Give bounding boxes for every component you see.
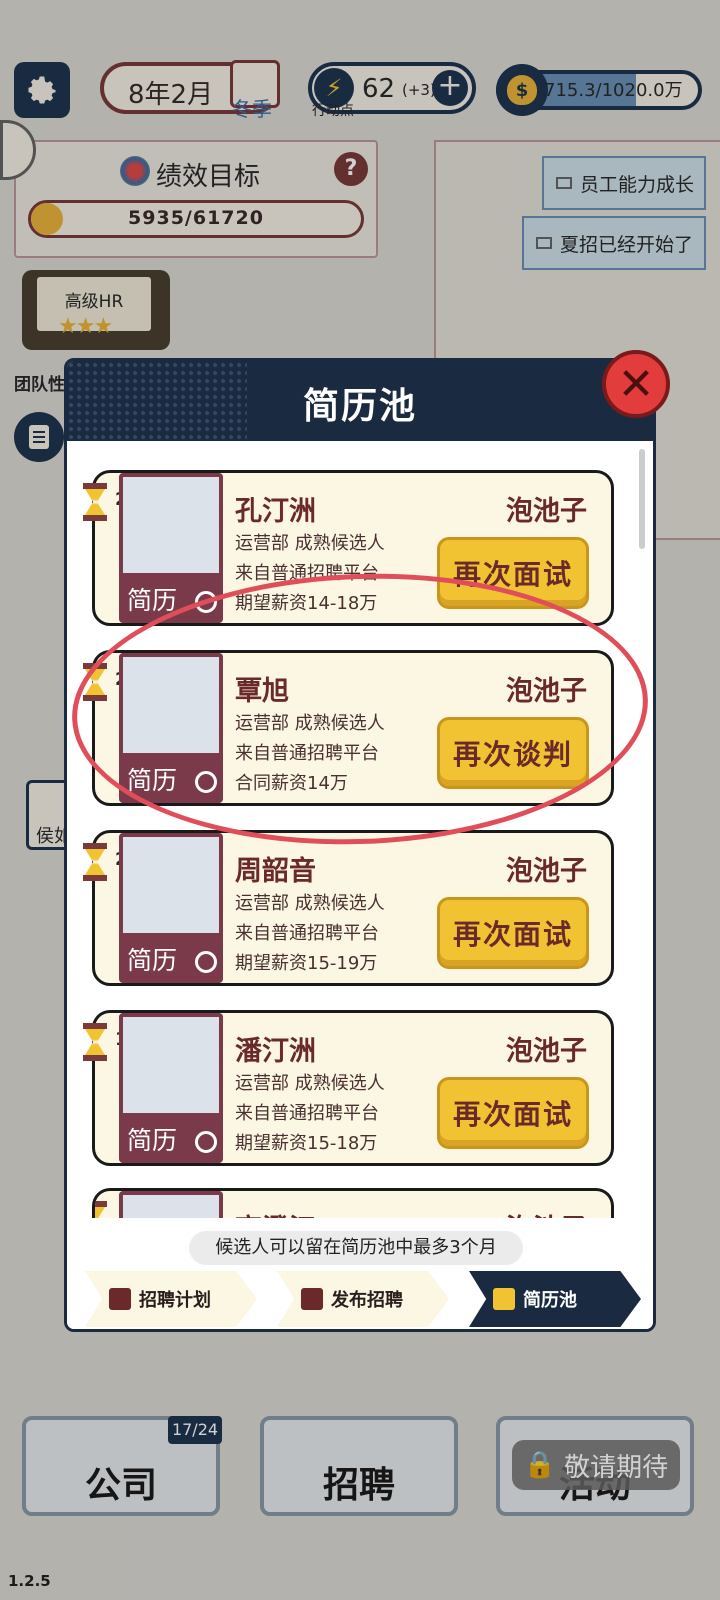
candidate-name: 孔汀洲 <box>235 496 316 527</box>
candidate-dept: 运营部 成熟候选人 <box>235 533 385 554</box>
hourglass-icon <box>95 1201 107 1218</box>
resume-label: 简历 <box>127 1126 178 1155</box>
avatar <box>123 1017 219 1113</box>
tab-resume-pool[interactable]: 简历池 <box>469 1271 641 1327</box>
stack-icon <box>493 1288 515 1310</box>
candidate-card[interactable]: 2 简历 周韶音 泡池子 运营部 成熟候选人 来自普通招聘平台 期望薪资15-1… <box>83 830 614 986</box>
tab-label: 发布招聘 <box>331 1290 403 1311</box>
resume-thumbnail[interactable] <box>119 1191 223 1218</box>
candidate-status: 泡池子 <box>506 496 587 527</box>
candidate-source: 来自普通招聘平台 <box>235 1103 379 1124</box>
close-button[interactable]: ✕ <box>602 350 670 418</box>
close-icon: ✕ <box>617 358 655 410</box>
tab-recruit-plan[interactable]: 招聘计划 <box>85 1271 257 1327</box>
candidate-name: 潘汀洲 <box>235 1036 316 1067</box>
candidate-card[interactable]: 1 简历 潘汀洲 泡池子 运营部 成熟候选人 来自普通招聘平台 期望薪资15-1… <box>83 1010 614 1166</box>
magnifier-icon <box>195 951 217 973</box>
candidate-status: 泡池子 <box>506 1036 587 1067</box>
plan-icon <box>109 1288 131 1310</box>
hourglass-icon <box>83 843 107 883</box>
candidate-salary: 期望薪资15-18万 <box>235 1133 378 1154</box>
hourglass-icon <box>83 1023 107 1063</box>
dialog-tabs: 招聘计划 发布招聘 简历池 <box>67 1269 653 1329</box>
candidate-status: 泡池子 <box>506 856 587 887</box>
candidate-action-button[interactable]: 再次面试 <box>437 1077 589 1149</box>
tip-bar: 候选人可以留在简历池中最多3个月 <box>67 1229 653 1269</box>
avatar <box>123 1195 219 1218</box>
tip-text: 候选人可以留在简历池中最多3个月 <box>189 1231 523 1265</box>
dialog-header: 简历池 <box>67 361 653 441</box>
dialog-title: 简历池 <box>302 386 417 427</box>
candidate-source: 来自普通招聘平台 <box>235 923 379 944</box>
resume-thumbnail[interactable]: 简历 <box>119 833 223 983</box>
candidate-name: 周韶音 <box>235 856 316 887</box>
candidate-dept: 运营部 成熟候选人 <box>235 1073 385 1094</box>
resume-thumbnail[interactable]: 简历 <box>119 1013 223 1163</box>
candidate-salary: 期望薪资15-19万 <box>235 953 378 974</box>
scrollbar[interactable] <box>639 449 645 549</box>
tab-publish-recruit[interactable]: 发布招聘 <box>277 1271 449 1327</box>
tab-label: 简历池 <box>523 1290 577 1311</box>
tab-label: 招聘计划 <box>139 1290 211 1311</box>
avatar <box>123 477 219 573</box>
candidate-dept: 运营部 成熟候选人 <box>235 893 385 914</box>
candidate-status: 泡池子 <box>506 1207 587 1218</box>
candidate-card[interactable]: 高澄江 泡池子 <box>92 1188 614 1218</box>
avatar <box>123 837 219 933</box>
candidate-action-button[interactable]: 再次面试 <box>437 897 589 969</box>
magnifier-icon <box>195 1131 217 1153</box>
resume-label: 简历 <box>127 946 178 975</box>
publish-icon <box>301 1288 323 1310</box>
hourglass-icon <box>83 483 107 523</box>
candidate-name: 高澄江 <box>235 1207 316 1218</box>
